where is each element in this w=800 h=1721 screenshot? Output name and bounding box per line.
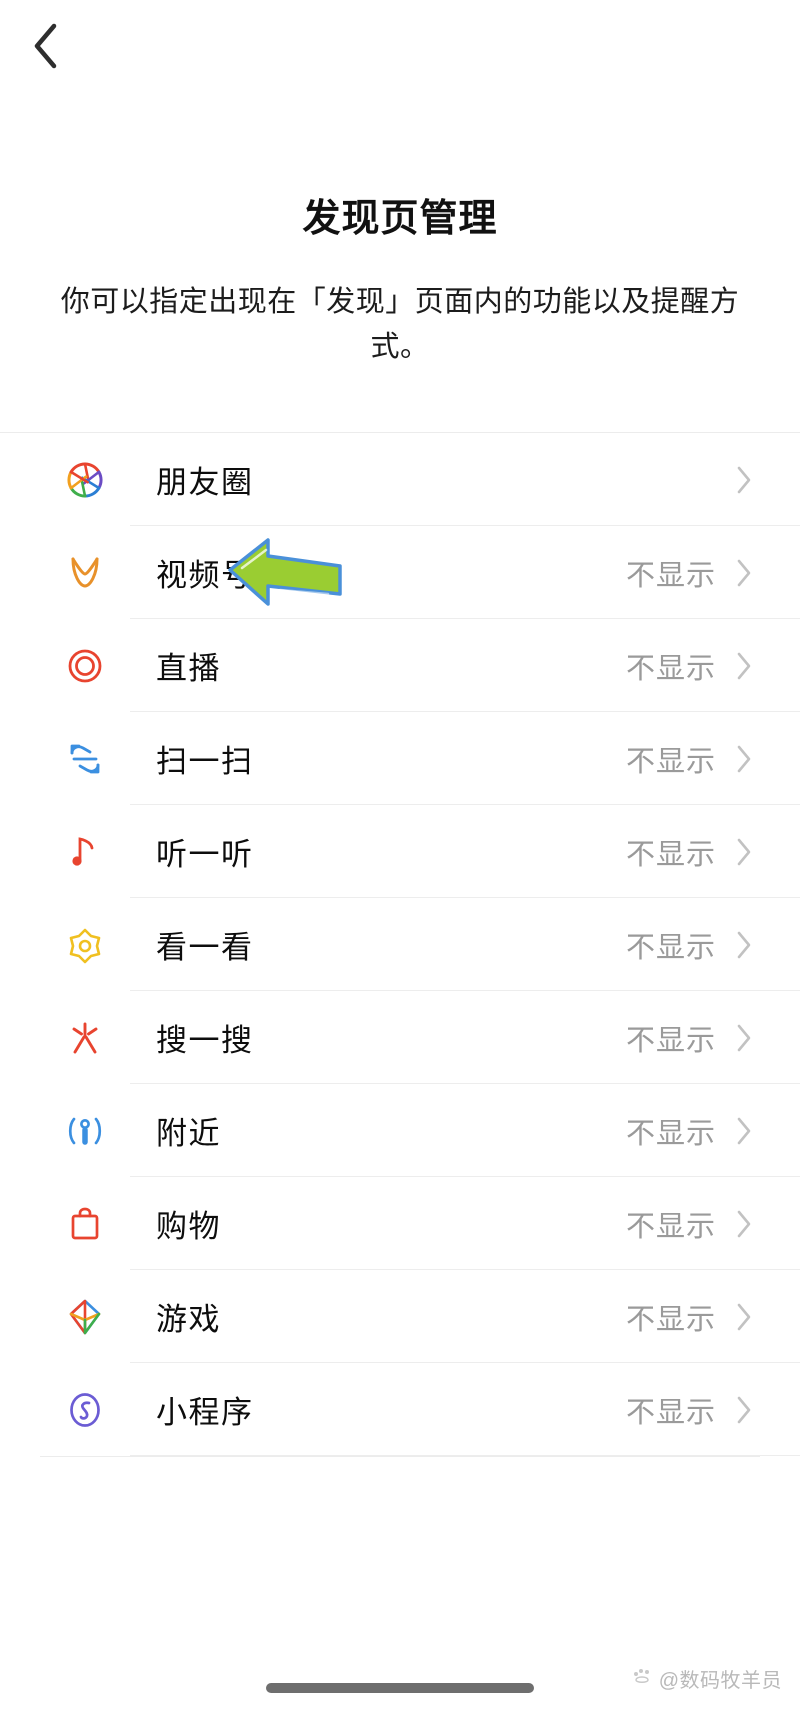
list-item-value: 不显示 [625, 838, 716, 871]
list-item-listen[interactable]: 听一听 不显示 [0, 805, 800, 898]
page-title: 发现页管理 [302, 198, 498, 240]
list-item-value: 不显示 [625, 559, 716, 592]
list-item-mini-programs[interactable]: 小程序 不显示 [0, 1363, 800, 1456]
games-diamond-icon [58, 1290, 112, 1344]
list-item-channels[interactable]: 视频号 不显示 [0, 526, 800, 619]
chevron-right-icon [734, 1207, 754, 1241]
list-item-label: 小程序 [156, 1395, 254, 1430]
chevron-right-icon [734, 928, 754, 962]
list-item-label: 游戏 [156, 1302, 221, 1337]
list-item-value: 不显示 [625, 1210, 716, 1243]
home-indicator [266, 1683, 534, 1693]
top-stories-flower-icon [58, 918, 112, 972]
paw-logo-icon [632, 1667, 654, 1691]
mini-programs-icon [58, 1383, 112, 1437]
list-item-value: 不显示 [625, 745, 716, 778]
search-sparkle-icon [58, 1011, 112, 1065]
list-item-value: 不显示 [625, 1396, 716, 1429]
navbar [0, 0, 800, 92]
chevron-right-icon [734, 463, 754, 497]
list-item-label: 购物 [156, 1209, 221, 1244]
list-item-value: 不显示 [625, 1024, 716, 1057]
moments-icon [58, 453, 112, 507]
list-item-search[interactable]: 搜一搜 不显示 [0, 991, 800, 1084]
back-button[interactable] [14, 14, 78, 78]
discover-items-list: 朋友圈 视频号 不显示 直播 不显示 扫一扫 不显示 听一听 不显示 看一看 不… [0, 432, 800, 1457]
chevron-right-icon [734, 1021, 754, 1055]
list-item-label: 朋友圈 [156, 465, 254, 500]
list-item-label: 直播 [156, 651, 221, 686]
list-item-label: 看一看 [156, 930, 254, 965]
list-item-label: 搜一搜 [156, 1023, 254, 1058]
scan-icon [58, 732, 112, 786]
live-icon [58, 639, 112, 693]
chevron-right-icon [734, 649, 754, 683]
listen-music-note-icon [58, 825, 112, 879]
chevron-left-icon [31, 21, 61, 71]
list-item-label: 听一听 [156, 837, 254, 872]
list-item-value: 不显示 [625, 1303, 716, 1336]
page-subtitle: 你可以指定出现在「发现」页面内的功能以及提醒方式。 [60, 285, 740, 364]
list-item-scan[interactable]: 扫一扫 不显示 [0, 712, 800, 805]
channels-icon [58, 546, 112, 600]
list-item-games[interactable]: 游戏 不显示 [0, 1270, 800, 1363]
list-item-label: 附近 [156, 1116, 221, 1151]
nearby-person-icon [58, 1104, 112, 1158]
list-bottom-divider [40, 1456, 760, 1457]
chevron-right-icon [734, 742, 754, 776]
list-item-live[interactable]: 直播 不显示 [0, 619, 800, 712]
list-item-moments[interactable]: 朋友圈 [0, 433, 800, 526]
chevron-right-icon [734, 556, 754, 590]
watermark-text: @数码牧羊员 [658, 1670, 782, 1692]
list-item-value: 不显示 [625, 652, 716, 685]
list-item-label: 扫一扫 [156, 744, 254, 779]
chevron-right-icon [734, 1393, 754, 1427]
list-item-label: 视频号 [156, 558, 254, 593]
list-item-top-stories[interactable]: 看一看 不显示 [0, 898, 800, 991]
chevron-right-icon [734, 835, 754, 869]
list-item-shopping[interactable]: 购物 不显示 [0, 1177, 800, 1270]
header: 发现页管理 你可以指定出现在「发现」页面内的功能以及提醒方式。 [0, 196, 800, 371]
chevron-right-icon [734, 1300, 754, 1334]
watermark: @数码牧羊员 [632, 1664, 782, 1693]
list-item-nearby[interactable]: 附近 不显示 [0, 1084, 800, 1177]
chevron-right-icon [734, 1114, 754, 1148]
screen-root: 发现页管理 你可以指定出现在「发现」页面内的功能以及提醒方式。 朋友圈 视频号 … [0, 0, 800, 1721]
list-item-value: 不显示 [625, 931, 716, 964]
shopping-bag-icon [58, 1197, 112, 1251]
list-item-value: 不显示 [625, 1117, 716, 1150]
